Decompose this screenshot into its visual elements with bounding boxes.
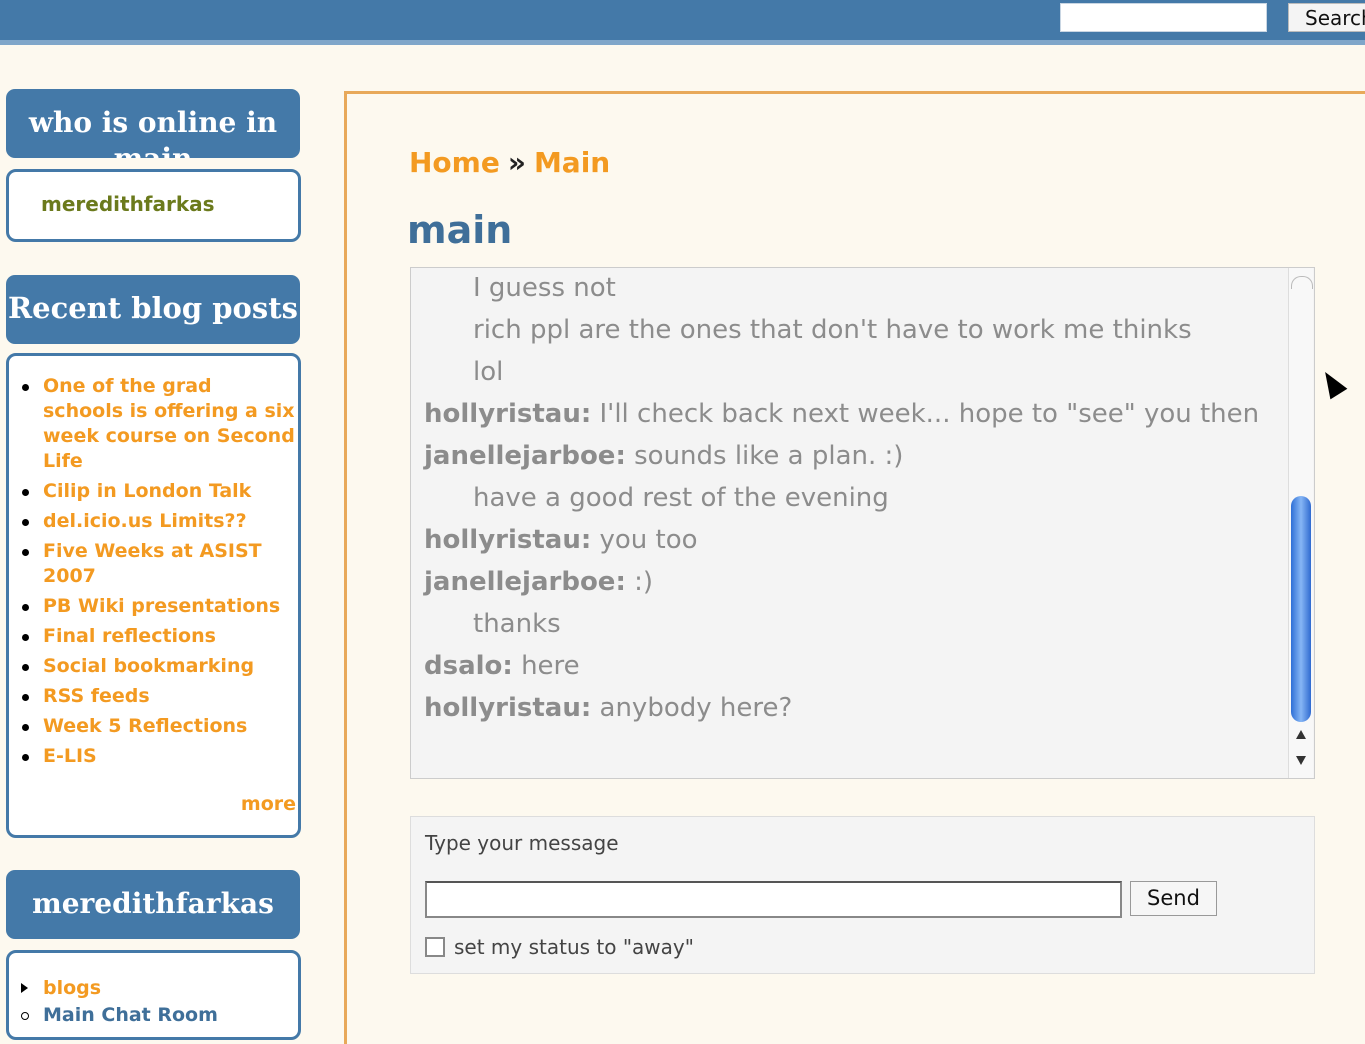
page-title: main: [407, 208, 513, 252]
message-list: I guess not rich ppl are the ones that d…: [424, 272, 1284, 734]
chat-scrollbar[interactable]: [1288, 268, 1313, 778]
breadcrumb: Home» Main: [409, 146, 610, 179]
away-label: set my status to "away": [454, 935, 694, 959]
send-button[interactable]: Send: [1130, 881, 1217, 916]
message-text: anybody here?: [599, 693, 793, 723]
message-user: hollyristau:: [424, 399, 592, 429]
main-content: Home» Main main I guess not rich ppl are …: [344, 91, 1365, 1044]
chat-message: hollyristau: you too: [424, 524, 1284, 556]
recent-posts-block: One of the grad schools is offering a si…: [6, 353, 301, 838]
who-online-block: meredithfarkas: [6, 169, 301, 242]
post-link[interactable]: RSS feeds: [43, 685, 150, 707]
post-link[interactable]: PB Wiki presentations: [43, 595, 280, 617]
recent-posts-title: Recent blog posts: [6, 275, 300, 344]
message-text: sounds like a plan. :): [634, 441, 904, 471]
post-item: Social bookmarking: [19, 654, 295, 679]
scroll-up-arrow-icon[interactable]: [1296, 730, 1306, 739]
chat-message: janellejarboe: :): [424, 566, 1284, 598]
post-link[interactable]: E-LIS: [43, 745, 97, 767]
message-user: hollyristau:: [424, 693, 592, 723]
post-link[interactable]: One of the grad schools is offering a si…: [43, 375, 295, 472]
expand-triangle-icon: [21, 983, 28, 993]
message-text: lol: [473, 357, 504, 387]
top-bar: Search: [0, 0, 1365, 45]
message-user: dsalo:: [424, 651, 513, 681]
chat-message: hollyristau: anybody here?: [424, 692, 1284, 724]
who-online-title: who is online in main: [6, 89, 300, 158]
message-text: thanks: [473, 609, 561, 639]
message-user: janellejarboe:: [424, 567, 626, 597]
message-text: I'll check back next week... hope to "se…: [599, 399, 1260, 429]
post-link[interactable]: Social bookmarking: [43, 655, 254, 677]
recent-posts-list: One of the grad schools is offering a si…: [19, 374, 295, 774]
scrollbar-cap: [1291, 276, 1313, 289]
message-label: Type your message: [425, 831, 619, 855]
chat-message: hollyristau: I'll check back next week..…: [424, 398, 1284, 430]
message-text: you too: [599, 525, 698, 555]
online-user[interactable]: meredithfarkas: [41, 192, 215, 216]
chat-message: dsalo: here: [424, 650, 1284, 682]
message-text: have a good rest of the evening: [473, 483, 889, 513]
circle-bullet-icon: [21, 1012, 29, 1020]
post-link[interactable]: del.icio.us Limits??: [43, 510, 247, 532]
nav-item-chat: Main Chat Room: [19, 1002, 218, 1029]
message-user: hollyristau:: [424, 525, 592, 555]
user-block: blogs Main Chat Room: [6, 950, 301, 1040]
post-item: E-LIS: [19, 744, 295, 769]
breadcrumb-home[interactable]: Home: [409, 146, 500, 179]
post-item: PB Wiki presentations: [19, 594, 295, 619]
away-checkbox[interactable]: [425, 937, 445, 957]
post-item: Final reflections: [19, 624, 295, 649]
nav-item-blogs: blogs: [19, 975, 218, 1002]
search-button[interactable]: Search: [1288, 3, 1365, 32]
scroll-down-arrow-icon[interactable]: [1296, 756, 1306, 765]
breadcrumb-separator: »: [507, 146, 526, 179]
post-item: Cilip in London Talk: [19, 479, 295, 504]
chat-message: rich ppl are the ones that don't have to…: [424, 314, 1284, 346]
message-user: janellejarboe:: [424, 441, 626, 471]
message-text: :): [634, 567, 654, 597]
chat-message: have a good rest of the evening: [424, 482, 1284, 514]
post-item: RSS feeds: [19, 684, 295, 709]
post-item: Week 5 Reflections: [19, 714, 295, 739]
message-input[interactable]: [425, 881, 1122, 918]
post-link[interactable]: Cilip in London Talk: [43, 480, 251, 502]
message-text: rich ppl are the ones that don't have to…: [473, 315, 1192, 345]
breadcrumb-main[interactable]: Main: [534, 146, 610, 179]
nav-link-blogs[interactable]: blogs: [43, 977, 101, 999]
chat-message: janellejarboe: sounds like a plan. :): [424, 440, 1284, 472]
post-item: Five Weeks at ASIST 2007: [19, 539, 295, 589]
user-nav: blogs Main Chat Room: [19, 975, 218, 1029]
message-composer: Type your message Send set my status to …: [410, 816, 1315, 974]
message-text: I guess not: [473, 273, 616, 303]
more-link[interactable]: more: [241, 793, 296, 815]
user-block-title: meredithfarkas: [6, 870, 300, 939]
post-item: del.icio.us Limits??: [19, 509, 295, 534]
chat-message: lol: [424, 356, 1284, 388]
scrollbar-thumb[interactable]: [1291, 496, 1311, 722]
chat-message: thanks: [424, 608, 1284, 640]
message-text: here: [521, 651, 580, 681]
search-input[interactable]: [1060, 3, 1267, 32]
post-link[interactable]: Five Weeks at ASIST 2007: [43, 540, 262, 587]
chat-log[interactable]: I guess not rich ppl are the ones that d…: [410, 267, 1315, 779]
post-item: One of the grad schools is offering a si…: [19, 374, 295, 474]
post-link[interactable]: Week 5 Reflections: [43, 715, 247, 737]
chat-message: I guess not: [424, 272, 1284, 304]
post-link[interactable]: Final reflections: [43, 625, 216, 647]
